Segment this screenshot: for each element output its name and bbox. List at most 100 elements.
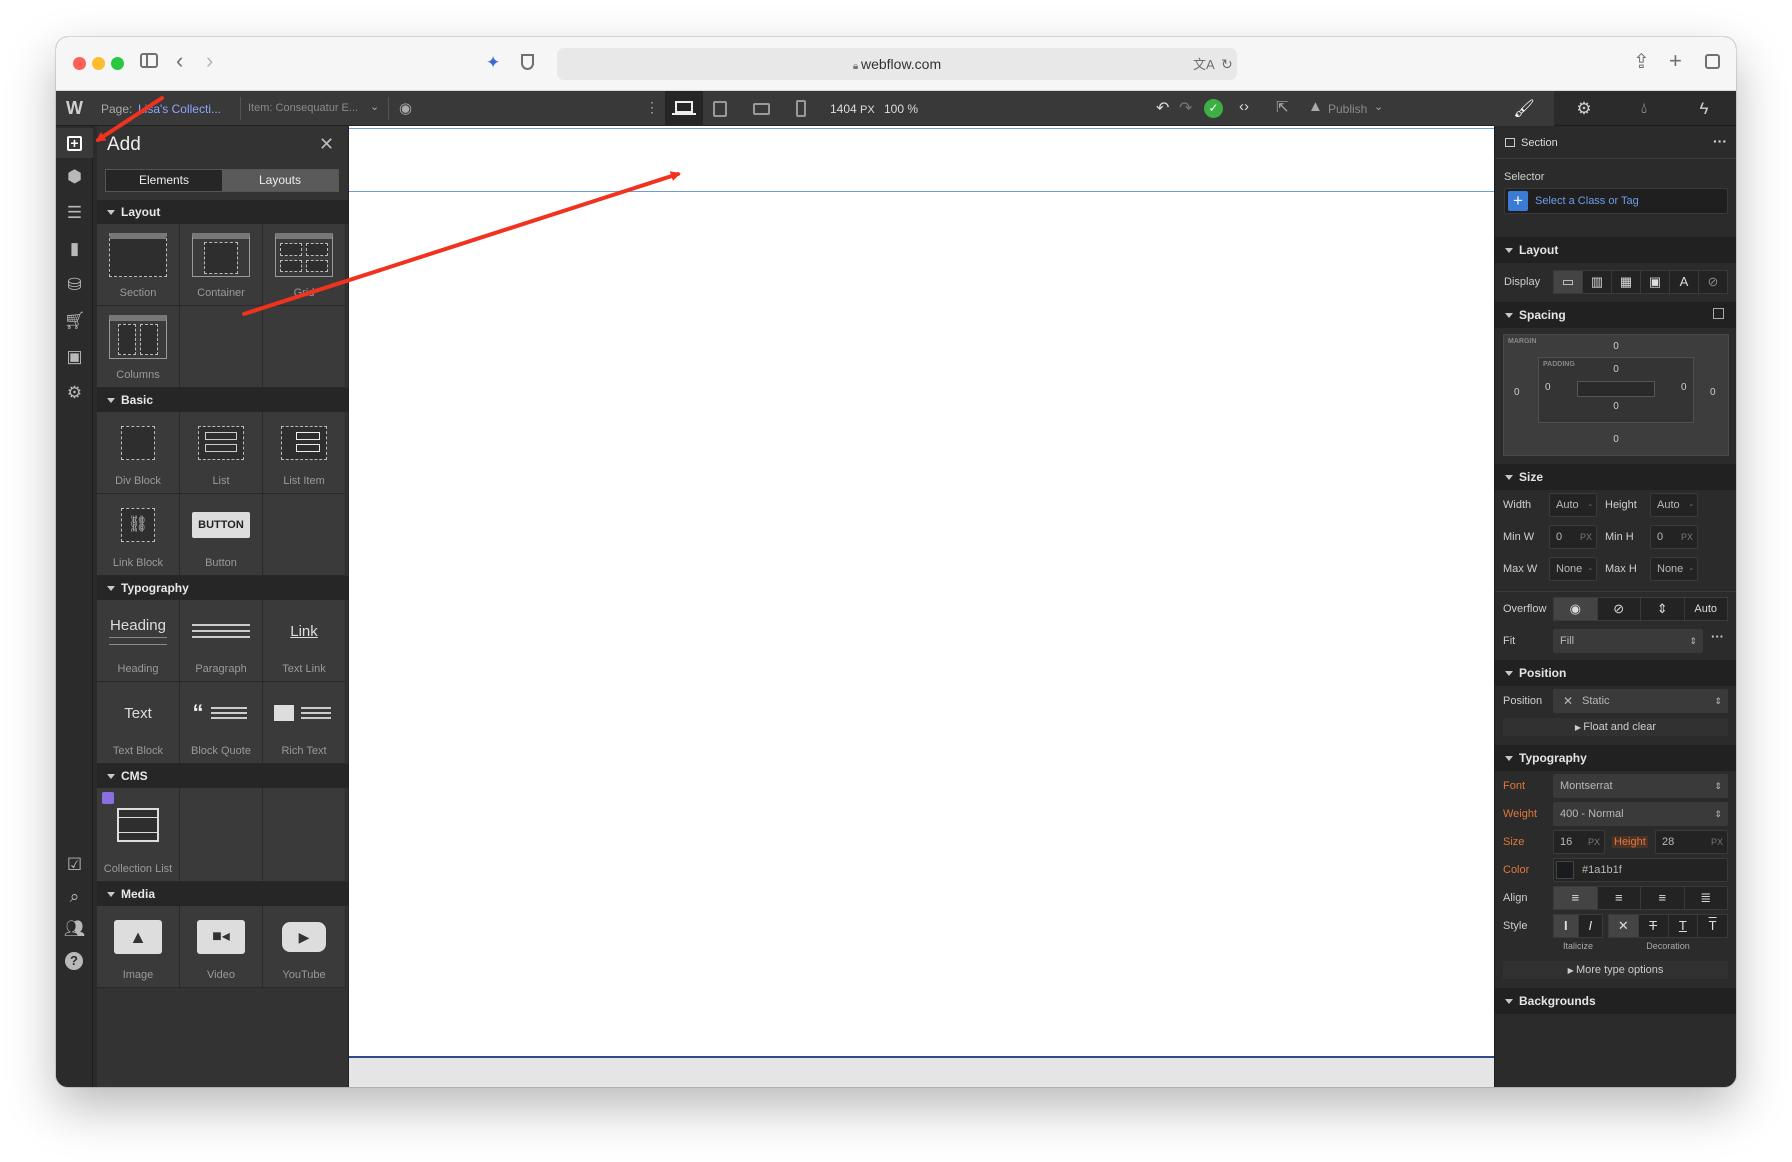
margin-right-value[interactable]: 0 [1710, 387, 1716, 398]
navigator-icon[interactable]: ☰ [56, 198, 93, 228]
display-inline-block-icon[interactable]: ▣ [1641, 271, 1670, 293]
spacing-toggle-icon[interactable] [1713, 308, 1724, 319]
forward-icon[interactable]: › [206, 50, 213, 72]
italic-on-icon[interactable]: I [1579, 915, 1603, 937]
margin-box[interactable]: MARGIN 0 0 0 0 PADDING 0 0 0 0 [1503, 334, 1729, 456]
more-type-options-toggle[interactable]: ▶ More type options [1503, 961, 1728, 979]
margin-bottom-value[interactable]: 0 [1504, 434, 1728, 445]
element-block-quote[interactable]: “Block Quote [180, 682, 263, 764]
more-vertical-icon[interactable]: ⋮ [645, 99, 659, 116]
color-swatch[interactable] [1556, 861, 1574, 879]
display-inline-icon[interactable]: A [1670, 271, 1699, 293]
padding-left-value[interactable]: 0 [1545, 382, 1551, 393]
style-manager-drops-icon[interactable]: 💧︎ [1614, 91, 1674, 126]
category-cms[interactable]: CMS [97, 764, 348, 788]
weight-select[interactable]: 400 - Normal ⇕ [1553, 802, 1728, 826]
mobile-portrait-icon[interactable] [796, 100, 806, 117]
align-right-icon[interactable]: ≡ [1641, 887, 1685, 909]
code-icon[interactable]: ‹› [1239, 98, 1249, 115]
canvas-width[interactable]: 1404 PX [830, 102, 875, 116]
help-icon[interactable]: ? [56, 946, 93, 976]
cms-database-icon[interactable]: ⛁ [56, 270, 93, 300]
design-canvas[interactable] [348, 126, 1495, 1087]
element-text-link[interactable]: Link Text Link [263, 600, 346, 682]
sidebar-toggle-icon[interactable] [140, 53, 158, 68]
new-tab-icon[interactable]: + [1669, 50, 1682, 72]
element-section[interactable]: Section [97, 224, 180, 306]
italic-off-icon[interactable]: I [1554, 915, 1579, 937]
fit-select[interactable]: Fill ⇕ [1553, 629, 1703, 653]
redo-icon[interactable]: ↷ [1179, 98, 1192, 118]
settings-gear-icon[interactable]: ⚙ [56, 378, 93, 408]
category-layout[interactable]: Layout [97, 200, 348, 224]
overflow-auto-option[interactable]: Auto [1685, 598, 1728, 620]
margin-top-value[interactable]: 0 [1504, 341, 1728, 352]
back-icon[interactable]: ‹ [176, 50, 183, 72]
overflow-visible-eye-icon[interactable]: ◉ [1554, 598, 1598, 620]
element-grid[interactable]: Grid [263, 224, 346, 306]
search-icon[interactable]: ⌕ [56, 882, 93, 912]
element-container[interactable]: Container [180, 224, 263, 306]
element-list-item[interactable]: List Item [263, 412, 346, 494]
min-height-input[interactable]: 0 PX [1650, 525, 1698, 549]
reload-icon[interactable]: ↻ [1221, 54, 1233, 74]
padding-bottom-value[interactable]: 0 [1539, 401, 1693, 412]
element-rich-text[interactable]: Rich Text [263, 682, 346, 764]
font-select[interactable]: Montserrat ⇕ [1553, 774, 1728, 798]
position-select[interactable]: ✕ Static ⇕ [1553, 689, 1728, 713]
publish-button[interactable]: Publish [1328, 102, 1367, 116]
ecommerce-cart-icon[interactable]: 🛒︎ [56, 306, 93, 336]
tablet-breakpoint-icon[interactable] [713, 101, 727, 117]
category-media[interactable]: Media [97, 882, 348, 906]
display-block-icon[interactable]: ▭ [1554, 271, 1583, 293]
pages-icon[interactable]: ▮ [56, 234, 93, 264]
export-icon[interactable]: ⇱ [1276, 98, 1289, 116]
category-basic[interactable]: Basic [97, 388, 348, 412]
strikethrough-icon[interactable]: T [1639, 915, 1669, 937]
shield-icon[interactable] [521, 54, 534, 70]
more-options-icon[interactable]: ··· [1713, 133, 1727, 149]
size-section-header[interactable]: Size [1495, 464, 1736, 490]
address-bar[interactable]: 🔒︎ webflow.com [557, 48, 1237, 80]
element-heading[interactable]: Heading Heading [97, 600, 180, 682]
more-options-icon[interactable]: ··· [1711, 629, 1724, 644]
element-text-block[interactable]: Text Text Block [97, 682, 180, 764]
spacing-section-header[interactable]: Spacing [1495, 302, 1736, 328]
assets-icon[interactable]: ▣ [56, 342, 93, 372]
max-height-input[interactable]: None - [1650, 557, 1698, 581]
underline-icon[interactable]: T [1669, 915, 1699, 937]
close-icon[interactable]: ✕ [319, 134, 334, 155]
style-brush-icon[interactable]: 🖌︎ [1494, 91, 1554, 126]
section-element[interactable] [349, 128, 1495, 192]
canvas-zoom[interactable]: 100 % [884, 102, 918, 116]
max-width-input[interactable]: None - [1549, 557, 1597, 581]
zoom-window-button[interactable] [111, 57, 124, 70]
share-icon[interactable]: ⇪ [1633, 52, 1650, 72]
align-justify-icon[interactable]: ≣ [1685, 887, 1728, 909]
tab-layouts[interactable]: Layouts [222, 170, 338, 191]
check-status-icon[interactable]: ✓ [1204, 99, 1223, 118]
overline-icon[interactable]: T [1698, 915, 1727, 937]
float-and-clear-toggle[interactable]: ▶ Float and clear [1503, 718, 1728, 736]
undo-icon[interactable]: ↶ [1156, 98, 1169, 118]
settings-gear-icon[interactable]: ⚙ [1554, 91, 1614, 126]
close-window-button[interactable] [73, 57, 86, 70]
display-flex-icon[interactable]: ▥ [1583, 271, 1612, 293]
display-grid-icon[interactable]: ▦ [1612, 271, 1641, 293]
width-input[interactable]: Auto - [1549, 493, 1597, 517]
extension-icon[interactable]: ✦ [486, 53, 500, 73]
webflow-logo[interactable]: W [56, 91, 93, 126]
tab-elements[interactable]: Elements [106, 170, 222, 191]
breakpoint-desktop-active[interactable] [665, 91, 703, 126]
element-image[interactable]: ▲ Image [97, 906, 180, 988]
min-width-input[interactable]: 0 PX [1549, 525, 1597, 549]
height-input[interactable]: Auto - [1650, 493, 1698, 517]
element-paragraph[interactable]: Paragraph [180, 600, 263, 682]
padding-right-value[interactable]: 0 [1681, 382, 1687, 393]
padding-top-value[interactable]: 0 [1539, 364, 1693, 375]
decoration-none-icon[interactable]: ✕ [1609, 915, 1639, 937]
minimize-window-button[interactable] [92, 57, 105, 70]
element-link-block[interactable]: ⛓︎ Link Block [97, 494, 180, 576]
layout-section-header[interactable]: Layout [1495, 237, 1736, 263]
margin-left-value[interactable]: 0 [1514, 387, 1520, 398]
